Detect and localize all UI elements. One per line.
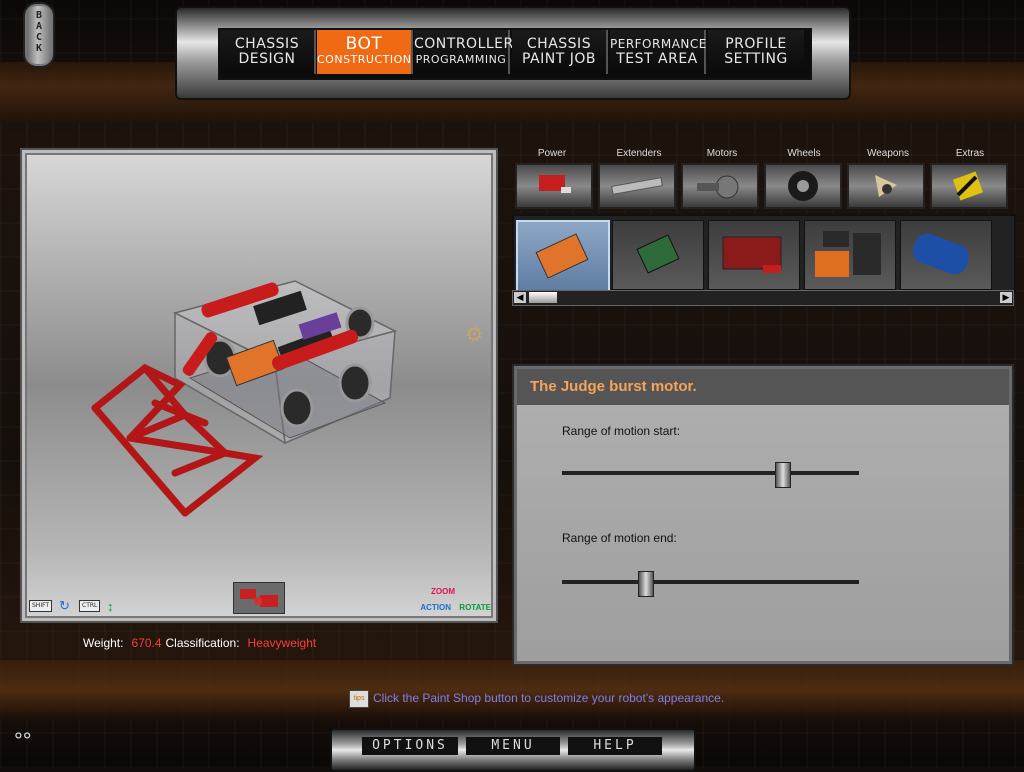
action-hint: ACTION [420, 603, 451, 612]
tab-chassis-design[interactable]: CHASSIS DESIGN [220, 30, 316, 74]
tip-text: Click the Paint Shop button to customize… [373, 691, 725, 706]
hazard-stripe-icon [952, 171, 984, 201]
help-button[interactable]: HELP [568, 737, 662, 755]
circuit-board-part-icon [636, 234, 680, 274]
scroll-left-icon[interactable]: ◀ [514, 292, 526, 303]
weight-value: 670.4 [131, 636, 162, 650]
robot-viewport[interactable]: SHIFT ↻ CTRL ↕ ZOOM ACTION ROTATE [22, 150, 496, 621]
category-wheels-button[interactable] [764, 163, 842, 209]
power-icon [539, 175, 571, 193]
category-label-wheels: Wheels [787, 148, 821, 159]
vertical-move-icon: ↕ [107, 599, 114, 614]
scroll-right-icon[interactable]: ▶ [1000, 292, 1012, 303]
rotate-arrow-icon: ↻ [59, 598, 70, 613]
rotate-hint: ROTATE [459, 603, 491, 612]
shift-key-hint: SHIFT [29, 600, 53, 612]
part-item[interactable] [516, 220, 610, 292]
parts-list [512, 214, 1016, 294]
part-item[interactable] [612, 220, 704, 290]
tab-label-line2: SETTING [724, 51, 788, 67]
tab-label-line2: CONSTRUCTION [317, 53, 412, 66]
burst-motor-part-icon [535, 233, 589, 279]
part-title: The Judge burst motor. [517, 369, 1009, 405]
range-end-label: Range of motion end: [562, 531, 677, 545]
category-power-button[interactable] [515, 163, 593, 209]
tip-bar: tips Click the Paint Shop button to custo… [349, 690, 724, 708]
tab-label-line1: PERFORMANCE [610, 37, 707, 51]
tab-performance-test-area[interactable]: PERFORMANCE TEST AREA [610, 30, 706, 74]
settings-dial-icon[interactable]: °° [14, 728, 32, 754]
wheel-icon [788, 171, 818, 201]
tab-label-line2: TEST AREA [616, 51, 698, 67]
battery-pack-part-icon [815, 231, 881, 277]
options-button[interactable]: OPTIONS [362, 737, 458, 755]
category-label-motors: Motors [706, 148, 738, 159]
tab-label-line2: PAINT JOB [522, 51, 596, 67]
classification-value: Heavyweight [247, 636, 317, 650]
category-weapons-button[interactable] [847, 163, 925, 209]
paint-shop-button[interactable] [233, 582, 285, 614]
motor-icon [697, 175, 739, 199]
tab-label-line1: CHASSIS [526, 36, 592, 52]
red-motor-part-icon [722, 236, 782, 273]
back-button[interactable]: BACK [23, 2, 55, 68]
zoom-hint: ZOOM [431, 587, 455, 596]
range-start-thumb[interactable] [774, 462, 791, 488]
category-label-power: Power [537, 148, 567, 159]
part-item[interactable] [708, 220, 800, 290]
paint-shop-icon [240, 589, 278, 607]
range-end-thumb[interactable] [638, 571, 655, 597]
tab-controller-programming[interactable]: CONTROLLER PROGRAMMING [414, 30, 514, 74]
ctrl-key-hint: CTRL [79, 600, 101, 612]
range-start-label: Range of motion start: [562, 424, 681, 438]
weapon-blade-icon [875, 175, 897, 197]
category-extras-button[interactable] [930, 163, 1008, 209]
part-item[interactable] [804, 220, 896, 290]
back-label: BACK [35, 10, 43, 54]
puma-motor-part-icon [912, 233, 970, 275]
tab-label-line2: DESIGN [238, 51, 296, 67]
part-item[interactable] [900, 220, 992, 290]
weight-label: Weight: [83, 636, 124, 650]
tab-label-line1: CHASSIS [234, 36, 300, 52]
bot-stats: Weight: 670.4 Classification: Heavyweight [83, 636, 320, 650]
tab-label-line1: PROFILE [725, 36, 787, 52]
tab-label-line1: CONTROLLER [414, 36, 514, 52]
tab-profile-setting[interactable]: PROFILE SETTING [708, 30, 804, 74]
classification-label: Classification: [165, 636, 240, 650]
robot-model [91, 280, 398, 517]
tab-bot-construction[interactable]: BOT CONSTRUCTION [317, 30, 413, 74]
parts-scrollbar[interactable]: ◀ ▶ [512, 290, 1014, 306]
motor-settings-panel: The Judge burst motor. Range of motion s… [514, 366, 1012, 664]
tips-icon: tips [349, 690, 369, 708]
category-label-extras: Extras [955, 148, 985, 159]
tab-label-line2: PROGRAMMING [415, 53, 507, 66]
tab-label-line1: BOT [345, 34, 383, 54]
range-start-slider[interactable] [562, 471, 859, 475]
scroll-thumb[interactable] [529, 292, 557, 303]
range-end-slider[interactable] [562, 580, 859, 584]
category-label-weapons: Weapons [866, 148, 910, 159]
tab-chassis-paint-job[interactable]: CHASSIS PAINT JOB [512, 30, 608, 74]
category-motors-button[interactable] [681, 163, 759, 209]
extender-bar-icon [611, 177, 663, 195]
category-label-extenders: Extenders [616, 148, 662, 159]
menu-button[interactable]: MENU [466, 737, 560, 755]
category-extenders-button[interactable] [598, 163, 676, 209]
